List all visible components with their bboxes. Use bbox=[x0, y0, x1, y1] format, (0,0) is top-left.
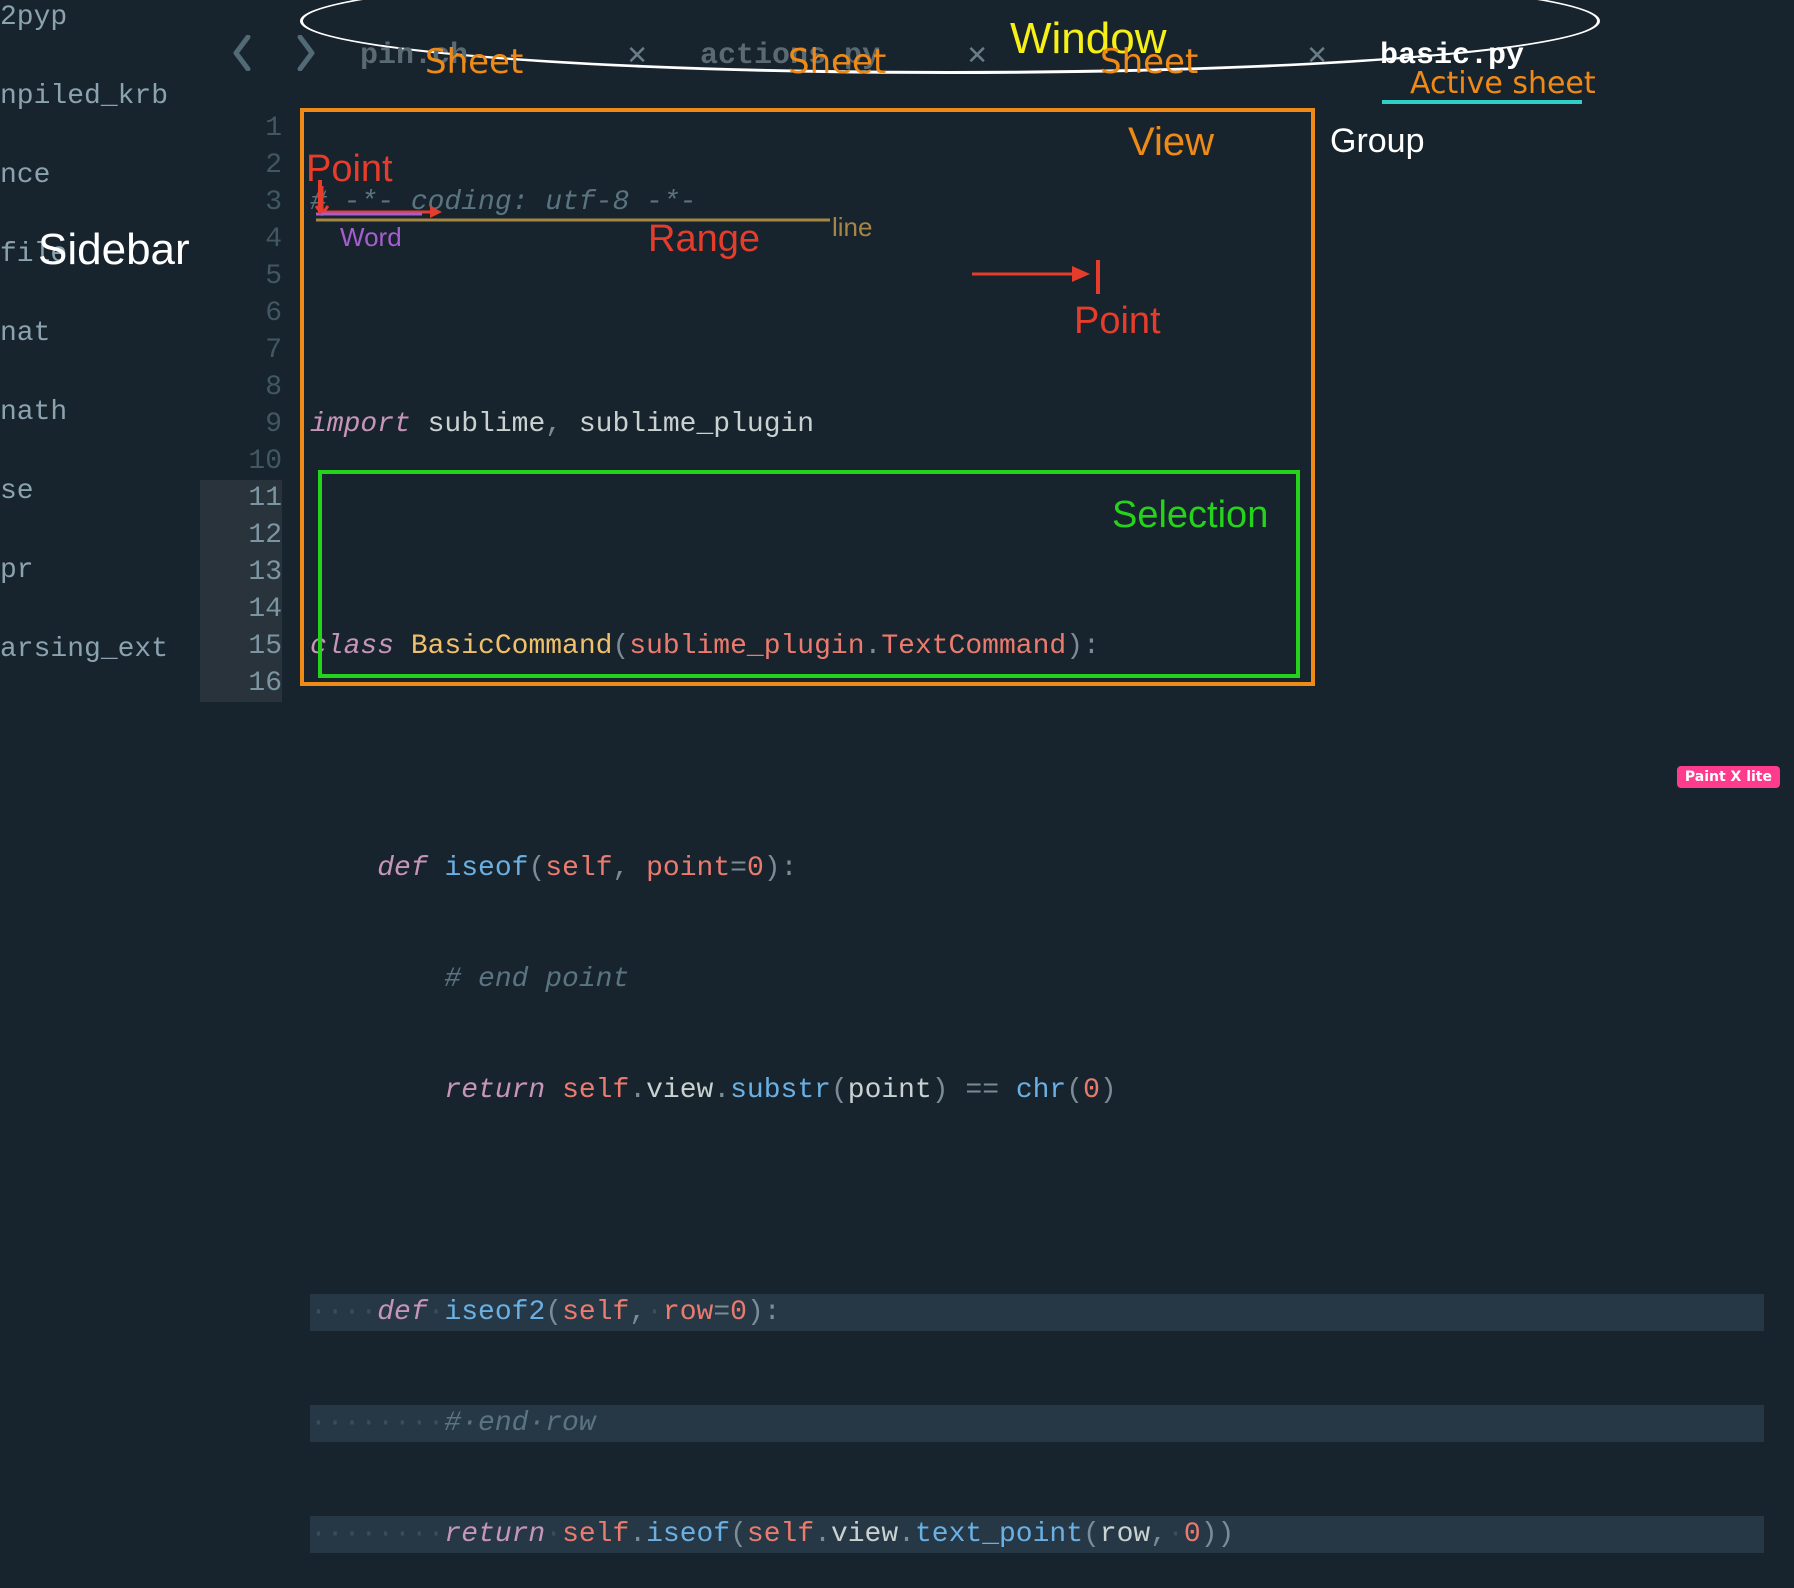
close-icon[interactable]: ✕ bbox=[626, 41, 648, 72]
sidebar-item[interactable]: 2pyp bbox=[0, 0, 170, 39]
line-number: 13 bbox=[200, 554, 282, 591]
sidebar: 2pyp npiled_krb nce file nat nath se pr … bbox=[0, 0, 170, 794]
annotation-sheet: Sheet bbox=[788, 42, 886, 82]
line-number: 1 bbox=[200, 110, 282, 147]
annotation-range: Range bbox=[648, 218, 760, 261]
annotation-sheet: Sheet bbox=[1100, 42, 1198, 82]
nav-forward-icon[interactable] bbox=[294, 35, 318, 75]
line-number: 3 bbox=[200, 184, 282, 221]
code-content[interactable]: # -*- coding: utf-8 -*- import sublime, … bbox=[310, 106, 1764, 784]
sidebar-item[interactable]: se bbox=[0, 470, 170, 513]
annotation-group: Group bbox=[1330, 122, 1425, 161]
annotation-active-sheet: Active sheet bbox=[1410, 66, 1596, 101]
line-number: 15 bbox=[200, 628, 282, 665]
line-number: 2 bbox=[200, 147, 282, 184]
annotation-sheet: Sheet bbox=[425, 42, 523, 82]
close-icon[interactable]: ✕ bbox=[966, 41, 988, 72]
line-number: 6 bbox=[200, 295, 282, 332]
nav-arrows bbox=[230, 35, 318, 75]
line-number: 4 bbox=[200, 221, 282, 258]
sidebar-item[interactable]: nce bbox=[0, 154, 170, 197]
annotation-arrow-right bbox=[968, 258, 1098, 298]
annotation-point-right: Point bbox=[1074, 300, 1161, 343]
line-number: 10 bbox=[200, 443, 282, 480]
sidebar-item[interactable]: nat bbox=[0, 312, 170, 355]
line-number: 7 bbox=[200, 332, 282, 369]
line-number: 9 bbox=[200, 406, 282, 443]
line-number: 12 bbox=[200, 517, 282, 554]
line-gutter: 1 2 3 4 5 6 7 8 9 10 11 12 13 14 15 16 bbox=[200, 106, 300, 784]
line-number: 14 bbox=[200, 591, 282, 628]
nav-back-icon[interactable] bbox=[230, 35, 254, 75]
annotation-cursor-left bbox=[318, 180, 322, 214]
annotation-selection: Selection bbox=[1112, 494, 1268, 537]
sidebar-item[interactable]: npiled_krb bbox=[0, 75, 170, 118]
annotation-sidebar: Sidebar bbox=[38, 225, 190, 275]
app-badge: Paint X lite bbox=[1677, 766, 1780, 788]
sidebar-item[interactable]: arsing_ext bbox=[0, 628, 170, 671]
annotation-cursor-right bbox=[1096, 260, 1100, 294]
line-number: 11 bbox=[200, 480, 282, 517]
line-number: 5 bbox=[200, 258, 282, 295]
close-icon[interactable]: ✕ bbox=[1306, 41, 1328, 72]
annotation-view: View bbox=[1128, 120, 1214, 165]
line-number: 8 bbox=[200, 369, 282, 406]
annotation-word: Word bbox=[340, 222, 402, 253]
annotation-line: line bbox=[832, 212, 872, 243]
sidebar-item[interactable]: nath bbox=[0, 391, 170, 434]
line-number: 16 bbox=[200, 665, 282, 702]
sidebar-item[interactable]: pr bbox=[0, 549, 170, 592]
